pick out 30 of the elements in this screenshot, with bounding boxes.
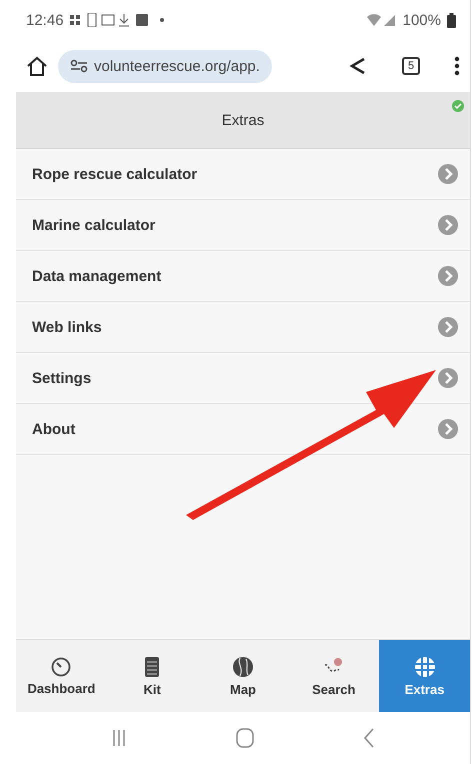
- check-status-icon: [452, 100, 464, 112]
- nav-tab[interactable]: Extras: [379, 640, 470, 712]
- chevron-circle-icon: [438, 215, 458, 235]
- page-title: Extras: [222, 112, 264, 128]
- nav-tab[interactable]: Kit: [106, 640, 198, 712]
- url-text: volunteerrescue.org/app.: [94, 58, 260, 74]
- chevron-circle-icon: [438, 317, 458, 337]
- back-icon[interactable]: [363, 728, 376, 748]
- globe-icon: [232, 656, 254, 678]
- more-menu-icon[interactable]: [454, 56, 460, 76]
- nav-tab[interactable]: Map: [198, 640, 288, 712]
- chevron-circle-icon: [438, 164, 458, 184]
- globe-grid-icon: [414, 656, 436, 678]
- chevron-circle-icon: [438, 266, 458, 286]
- chevron-circle-icon: [438, 419, 458, 439]
- nav-tab[interactable]: Dashboard: [16, 640, 107, 712]
- gauge-icon: [51, 656, 72, 676]
- address-bar[interactable]: volunteerrescue.org/app.: [58, 50, 272, 82]
- home-button-icon[interactable]: [236, 728, 254, 748]
- battery-icon: [447, 12, 456, 28]
- home-icon[interactable]: [26, 55, 48, 77]
- battery-percentage: 100%: [402, 12, 441, 28]
- tab-count-button[interactable]: 5: [402, 57, 420, 75]
- status-time: 12:46: [26, 12, 64, 28]
- wifi-signal-icon: [366, 13, 397, 27]
- recent-apps-icon[interactable]: [110, 729, 127, 747]
- site-settings-icon[interactable]: [70, 59, 88, 73]
- chevron-circle-icon: [438, 368, 458, 388]
- nav-tab[interactable]: Search: [288, 640, 380, 712]
- notepad-icon: [144, 656, 160, 678]
